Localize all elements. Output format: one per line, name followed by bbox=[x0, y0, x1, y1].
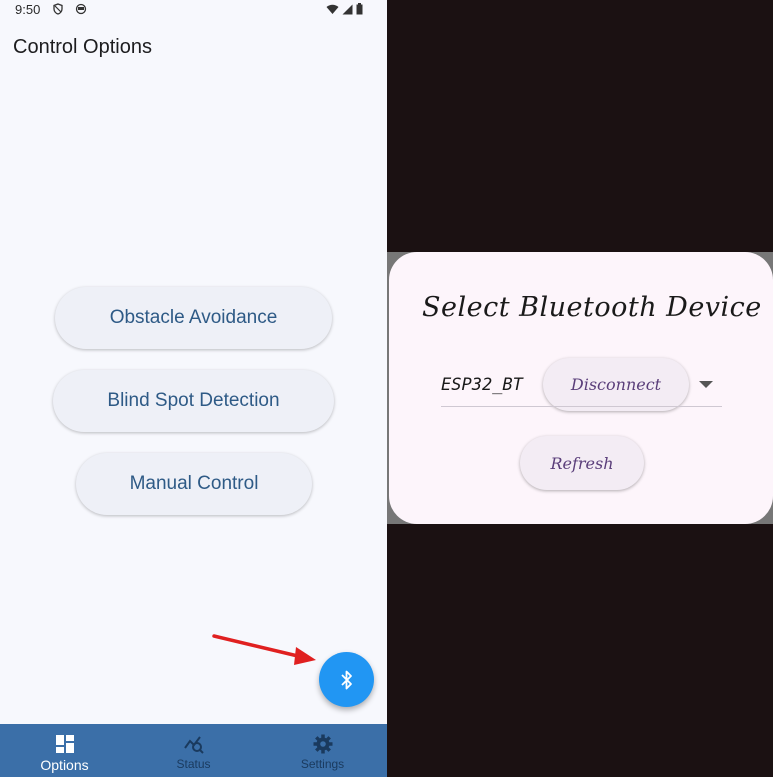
gear-icon bbox=[313, 734, 332, 754]
face-icon bbox=[75, 3, 87, 15]
dashboard-icon bbox=[55, 735, 74, 753]
nav-label-settings: Settings bbox=[300, 757, 345, 771]
status-bar: 9:50 bbox=[0, 0, 387, 22]
nav-item-status[interactable]: Status bbox=[129, 724, 258, 777]
dialog-title: Select Bluetooth Device bbox=[422, 292, 762, 323]
manual-control-button[interactable]: Manual Control bbox=[76, 453, 312, 515]
shield-icon bbox=[53, 3, 63, 15]
device-dropdown-value[interactable]: ESP32_BT bbox=[441, 375, 523, 395]
status-time: 9:50 bbox=[15, 2, 41, 17]
bluetooth-fab-button[interactable] bbox=[319, 652, 374, 707]
nav-label-options: Options bbox=[40, 757, 89, 773]
nav-label-status: Status bbox=[176, 757, 211, 771]
obstacle-avoidance-button[interactable]: Obstacle Avoidance bbox=[55, 287, 332, 349]
annotation-arrow bbox=[212, 634, 316, 665]
battery-icon bbox=[356, 3, 363, 15]
blind-spot-detection-button[interactable]: Blind Spot Detection bbox=[53, 370, 334, 432]
nav-item-settings[interactable]: Settings bbox=[258, 724, 387, 777]
bottom-navigation: Options Status Settings bbox=[0, 724, 387, 777]
wifi-icon bbox=[326, 4, 339, 14]
status-icons bbox=[326, 3, 363, 15]
options-screen: 9:50 Control Options Obstacle Avoidance … bbox=[0, 0, 387, 777]
refresh-button[interactable]: Refresh bbox=[520, 436, 644, 490]
disconnect-button[interactable]: Disconnect bbox=[543, 358, 689, 411]
signal-icon bbox=[342, 4, 353, 14]
query-stats-icon bbox=[183, 736, 204, 754]
dropdown-arrow-icon[interactable] bbox=[699, 381, 713, 388]
bluetooth-device-dialog: Select Bluetooth Device ESP32_BT Disconn… bbox=[389, 252, 773, 524]
page-title: Control Options bbox=[13, 36, 152, 58]
bluetooth-icon bbox=[340, 670, 352, 689]
dropdown-underline bbox=[441, 406, 722, 407]
nav-item-options[interactable]: Options bbox=[0, 724, 129, 777]
